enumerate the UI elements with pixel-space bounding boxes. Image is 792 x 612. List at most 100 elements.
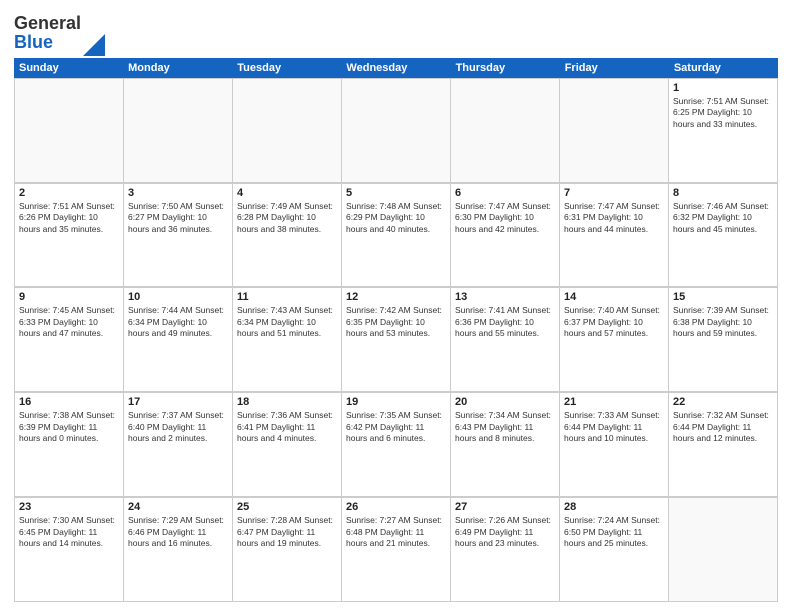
weekday-header: Saturday (669, 58, 778, 78)
day-info: Sunrise: 7:26 AM Sunset: 6:49 PM Dayligh… (455, 515, 555, 549)
calendar-cell: 21Sunrise: 7:33 AM Sunset: 6:44 PM Dayli… (560, 393, 669, 497)
day-number: 5 (346, 187, 446, 199)
weekday-header: Friday (560, 58, 669, 78)
day-info: Sunrise: 7:24 AM Sunset: 6:50 PM Dayligh… (564, 515, 664, 549)
day-number: 6 (455, 187, 555, 199)
calendar-cell: 25 Sunrise: 7:28 AM Sunset: 6:47 PM Dayli… (233, 498, 342, 602)
calendar-cell: 26 Sunrise: 7:27 AM Sunset: 6:48 PM Dayli… (342, 498, 451, 602)
calendar-cell (560, 79, 669, 183)
calendar-cell: 11Sunrise: 7:43 AM Sunset: 6:34 PM Dayli… (233, 288, 342, 392)
calendar-cell: 3 Sunrise: 7:50 AM Sunset: 6:27 PM Daylig… (124, 184, 233, 288)
calendar-cell: 7 Sunrise: 7:47 AM Sunset: 6:31 PM Daylig… (560, 184, 669, 288)
calendar-cell: 15Sunrise: 7:39 AM Sunset: 6:38 PM Dayli… (669, 288, 778, 392)
calendar-cell: 4 Sunrise: 7:49 AM Sunset: 6:28 PM Daylig… (233, 184, 342, 288)
calendar-cell: 10 Sunrise: 7:44 AM Sunset: 6:34 PM Dayli… (124, 288, 233, 392)
calendar-cell: 22Sunrise: 7:32 AM Sunset: 6:44 PM Dayli… (669, 393, 778, 497)
calendar-cell (451, 79, 560, 183)
calendar-cell (15, 79, 124, 183)
day-info: Sunrise: 7:41 AM Sunset: 6:36 PM Dayligh… (455, 305, 555, 339)
day-info: Sunrise: 7:44 AM Sunset: 6:34 PM Dayligh… (128, 305, 228, 339)
logo-text: GeneralBlue (14, 14, 81, 52)
weekday-header: Wednesday (341, 58, 450, 78)
calendar-cell (669, 498, 778, 602)
calendar-cell: 5 Sunrise: 7:48 AM Sunset: 6:29 PM Daylig… (342, 184, 451, 288)
calendar-cell: 24 Sunrise: 7:29 AM Sunset: 6:46 PM Dayli… (124, 498, 233, 602)
calendar-week: 23 Sunrise: 7:30 AM Sunset: 6:45 PM Dayli… (14, 497, 778, 602)
calendar-cell (233, 79, 342, 183)
day-info: Sunrise: 7:40 AM Sunset: 6:37 PM Dayligh… (564, 305, 664, 339)
calendar-cell: 18 Sunrise: 7:36 AM Sunset: 6:41 PM Dayli… (233, 393, 342, 497)
day-number: 10 (128, 291, 228, 303)
day-number: 24 (128, 501, 228, 513)
day-number: 4 (237, 187, 337, 199)
day-info: Sunrise: 7:48 AM Sunset: 6:29 PM Dayligh… (346, 201, 446, 235)
day-number: 1 (673, 82, 773, 94)
calendar-cell: 27 Sunrise: 7:26 AM Sunset: 6:49 PM Dayli… (451, 498, 560, 602)
day-info: Sunrise: 7:51 AM Sunset: 6:25 PM Dayligh… (673, 96, 773, 130)
day-number: 14 (564, 291, 664, 303)
calendar-cell (124, 79, 233, 183)
day-number: 23 (19, 501, 119, 513)
calendar-cell: 6 Sunrise: 7:47 AM Sunset: 6:30 PM Daylig… (451, 184, 560, 288)
day-number: 11 (237, 291, 337, 303)
weekday-header: Monday (123, 58, 232, 78)
day-number: 22 (673, 396, 773, 408)
page-container: GeneralBlue SundayMondayTuesdayWednesday… (0, 0, 792, 612)
calendar-week: 16 Sunrise: 7:38 AM Sunset: 6:39 PM Dayli… (14, 392, 778, 497)
logo-triangle-icon (83, 34, 105, 56)
day-info: Sunrise: 7:36 AM Sunset: 6:41 PM Dayligh… (237, 410, 337, 444)
calendar-cell: 17 Sunrise: 7:37 AM Sunset: 6:40 PM Dayli… (124, 393, 233, 497)
day-number: 8 (673, 187, 773, 199)
day-number: 7 (564, 187, 664, 199)
day-info: Sunrise: 7:51 AM Sunset: 6:26 PM Dayligh… (19, 201, 119, 235)
day-info: Sunrise: 7:27 AM Sunset: 6:48 PM Dayligh… (346, 515, 446, 549)
day-number: 3 (128, 187, 228, 199)
day-number: 25 (237, 501, 337, 513)
calendar-cell: 13 Sunrise: 7:41 AM Sunset: 6:36 PM Dayli… (451, 288, 560, 392)
calendar-cell: 16 Sunrise: 7:38 AM Sunset: 6:39 PM Dayli… (15, 393, 124, 497)
weekday-header: Sunday (14, 58, 123, 78)
day-number: 12 (346, 291, 446, 303)
day-number: 9 (19, 291, 119, 303)
calendar-cell: 1 Sunrise: 7:51 AM Sunset: 6:25 PM Daylig… (669, 79, 778, 183)
calendar-cell: 8 Sunrise: 7:46 AM Sunset: 6:32 PM Daylig… (669, 184, 778, 288)
day-info: Sunrise: 7:30 AM Sunset: 6:45 PM Dayligh… (19, 515, 119, 549)
day-number: 18 (237, 396, 337, 408)
day-number: 13 (455, 291, 555, 303)
day-info: Sunrise: 7:29 AM Sunset: 6:46 PM Dayligh… (128, 515, 228, 549)
weekday-header: Tuesday (232, 58, 341, 78)
day-info: Sunrise: 7:38 AM Sunset: 6:39 PM Dayligh… (19, 410, 119, 444)
header: GeneralBlue (14, 10, 778, 52)
weekday-header: Thursday (451, 58, 560, 78)
day-number: 20 (455, 396, 555, 408)
calendar-body: 1 Sunrise: 7:51 AM Sunset: 6:25 PM Daylig… (14, 78, 778, 602)
calendar-cell: 14 Sunrise: 7:40 AM Sunset: 6:37 PM Dayli… (560, 288, 669, 392)
day-info: Sunrise: 7:47 AM Sunset: 6:30 PM Dayligh… (455, 201, 555, 235)
day-info: Sunrise: 7:46 AM Sunset: 6:32 PM Dayligh… (673, 201, 773, 235)
calendar-cell: 20 Sunrise: 7:34 AM Sunset: 6:43 PM Dayli… (451, 393, 560, 497)
day-info: Sunrise: 7:37 AM Sunset: 6:40 PM Dayligh… (128, 410, 228, 444)
day-number: 17 (128, 396, 228, 408)
calendar-cell: 2Sunrise: 7:51 AM Sunset: 6:26 PM Daylig… (15, 184, 124, 288)
logo: GeneralBlue (14, 14, 105, 52)
day-number: 26 (346, 501, 446, 513)
calendar: SundayMondayTuesdayWednesdayThursdayFrid… (14, 58, 778, 602)
calendar-week: 2Sunrise: 7:51 AM Sunset: 6:26 PM Daylig… (14, 183, 778, 288)
day-info: Sunrise: 7:45 AM Sunset: 6:33 PM Dayligh… (19, 305, 119, 339)
day-info: Sunrise: 7:35 AM Sunset: 6:42 PM Dayligh… (346, 410, 446, 444)
day-number: 27 (455, 501, 555, 513)
calendar-cell: 23 Sunrise: 7:30 AM Sunset: 6:45 PM Dayli… (15, 498, 124, 602)
day-info: Sunrise: 7:49 AM Sunset: 6:28 PM Dayligh… (237, 201, 337, 235)
day-number: 28 (564, 501, 664, 513)
day-number: 21 (564, 396, 664, 408)
day-info: Sunrise: 7:47 AM Sunset: 6:31 PM Dayligh… (564, 201, 664, 235)
day-info: Sunrise: 7:34 AM Sunset: 6:43 PM Dayligh… (455, 410, 555, 444)
calendar-cell: 9 Sunrise: 7:45 AM Sunset: 6:33 PM Daylig… (15, 288, 124, 392)
day-info: Sunrise: 7:50 AM Sunset: 6:27 PM Dayligh… (128, 201, 228, 235)
day-number: 19 (346, 396, 446, 408)
calendar-cell (342, 79, 451, 183)
calendar-cell: 19 Sunrise: 7:35 AM Sunset: 6:42 PM Dayli… (342, 393, 451, 497)
calendar-cell: 28 Sunrise: 7:24 AM Sunset: 6:50 PM Dayli… (560, 498, 669, 602)
day-info: Sunrise: 7:28 AM Sunset: 6:47 PM Dayligh… (237, 515, 337, 549)
day-number: 16 (19, 396, 119, 408)
